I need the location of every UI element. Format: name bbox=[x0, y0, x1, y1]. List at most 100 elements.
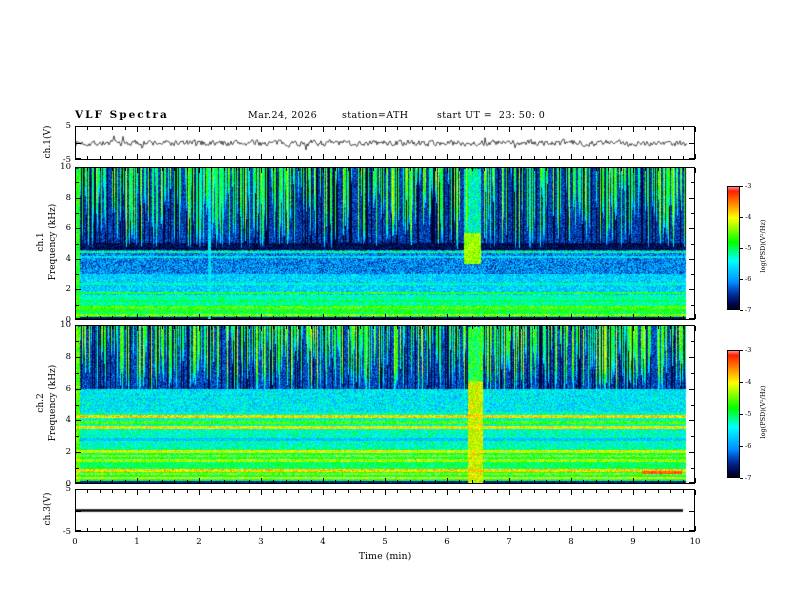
y-minor-tick bbox=[76, 182, 79, 183]
x-minor-tick bbox=[162, 316, 163, 319]
x-minor-tick bbox=[422, 326, 423, 329]
x-minor-tick bbox=[670, 480, 671, 483]
colorbar-tick-label: -7 bbox=[745, 306, 752, 314]
x-minor-tick bbox=[397, 490, 398, 493]
y-tick-label: 2 bbox=[65, 447, 71, 457]
x-minor-tick bbox=[273, 168, 274, 171]
x-major-tick bbox=[509, 490, 510, 495]
x-minor-tick bbox=[670, 528, 671, 531]
x-minor-tick bbox=[125, 168, 126, 171]
x-minor-tick bbox=[335, 490, 336, 493]
colorbar-tick-label: -4 bbox=[745, 378, 752, 386]
x-minor-tick bbox=[100, 127, 101, 130]
x-minor-tick bbox=[348, 480, 349, 483]
x-tick-label: 7 bbox=[506, 537, 512, 547]
x-minor-tick bbox=[112, 490, 113, 493]
x-major-tick bbox=[509, 326, 510, 331]
x-minor-tick bbox=[187, 127, 188, 130]
y-major-tick bbox=[689, 228, 694, 229]
x-minor-tick bbox=[87, 316, 88, 319]
x-minor-tick bbox=[100, 326, 101, 329]
x-minor-tick bbox=[521, 480, 522, 483]
x-minor-tick bbox=[534, 168, 535, 171]
x-tick-label: 1 bbox=[134, 537, 140, 547]
header-start-ut: start UT = 23: 50: 0 bbox=[437, 110, 546, 121]
ch2-spec-ylabel-channel: ch.2 bbox=[36, 393, 46, 413]
x-minor-tick bbox=[472, 127, 473, 130]
x-major-tick bbox=[261, 478, 262, 483]
x-minor-tick bbox=[311, 316, 312, 319]
y-major-tick bbox=[689, 126, 694, 127]
x-minor-tick bbox=[683, 156, 684, 159]
x-minor-tick bbox=[249, 168, 250, 171]
x-major-tick bbox=[385, 526, 386, 531]
x-minor-tick bbox=[373, 168, 374, 171]
x-major-tick bbox=[571, 127, 572, 132]
x-major-tick bbox=[137, 526, 138, 531]
x-major-tick bbox=[633, 490, 634, 495]
x-major-tick bbox=[633, 326, 634, 331]
x-minor-tick bbox=[497, 528, 498, 531]
y-tick-label: 4 bbox=[65, 415, 71, 425]
x-minor-tick bbox=[249, 156, 250, 159]
y-major-tick bbox=[689, 482, 694, 483]
y-major-tick bbox=[76, 511, 81, 512]
header-date: Mar.24, 2026 bbox=[248, 110, 318, 121]
x-major-tick bbox=[261, 168, 262, 173]
x-minor-tick bbox=[174, 156, 175, 159]
x-minor-tick bbox=[360, 168, 361, 171]
x-minor-tick bbox=[125, 490, 126, 493]
x-major-tick bbox=[571, 168, 572, 173]
x-major-tick bbox=[633, 168, 634, 173]
x-major-tick bbox=[137, 490, 138, 495]
x-major-tick bbox=[199, 154, 200, 159]
x-minor-tick bbox=[410, 168, 411, 171]
x-minor-tick bbox=[174, 490, 175, 493]
x-minor-tick bbox=[683, 528, 684, 531]
x-major-tick bbox=[385, 478, 386, 483]
x-major-tick bbox=[137, 127, 138, 132]
x-minor-tick bbox=[583, 127, 584, 130]
x-minor-tick bbox=[335, 156, 336, 159]
x-major-tick bbox=[323, 526, 324, 531]
y-minor-tick bbox=[76, 305, 79, 306]
x-minor-tick bbox=[410, 490, 411, 493]
x-minor-tick bbox=[100, 316, 101, 319]
x-major-tick bbox=[447, 490, 448, 495]
x-minor-tick bbox=[596, 316, 597, 319]
x-major-tick bbox=[323, 326, 324, 331]
x-major-tick bbox=[385, 490, 386, 495]
x-minor-tick bbox=[112, 528, 113, 531]
x-minor-tick bbox=[373, 316, 374, 319]
x-minor-tick bbox=[435, 156, 436, 159]
y-minor-tick bbox=[76, 436, 79, 437]
x-major-tick bbox=[199, 314, 200, 319]
x-tick-label: 6 bbox=[444, 537, 450, 547]
x-minor-tick bbox=[608, 326, 609, 329]
x-minor-tick bbox=[149, 156, 150, 159]
x-minor-tick bbox=[410, 528, 411, 531]
colorbar2-label: log(PSD)(V²/Hz) bbox=[759, 385, 767, 439]
x-minor-tick bbox=[87, 156, 88, 159]
x-minor-tick bbox=[298, 490, 299, 493]
x-minor-tick bbox=[360, 326, 361, 329]
x-minor-tick bbox=[670, 156, 671, 159]
x-major-tick bbox=[447, 154, 448, 159]
x-minor-tick bbox=[484, 156, 485, 159]
x-minor-tick bbox=[174, 528, 175, 531]
x-tick-label: 10 bbox=[689, 537, 701, 547]
x-minor-tick bbox=[286, 168, 287, 171]
x-minor-tick bbox=[608, 528, 609, 531]
colorbar1-label: log(PSD)(V²/Hz) bbox=[759, 219, 767, 273]
x-minor-tick bbox=[348, 326, 349, 329]
x-major-tick bbox=[261, 526, 262, 531]
x-minor-tick bbox=[224, 528, 225, 531]
y-major-tick bbox=[76, 167, 81, 168]
x-minor-tick bbox=[348, 168, 349, 171]
colorbar-tick-label: -6 bbox=[745, 442, 752, 450]
x-major-tick bbox=[261, 127, 262, 132]
x-minor-tick bbox=[645, 168, 646, 171]
x-major-tick bbox=[571, 314, 572, 319]
colorbar-tick-label: -4 bbox=[745, 213, 752, 221]
x-minor-tick bbox=[670, 326, 671, 329]
